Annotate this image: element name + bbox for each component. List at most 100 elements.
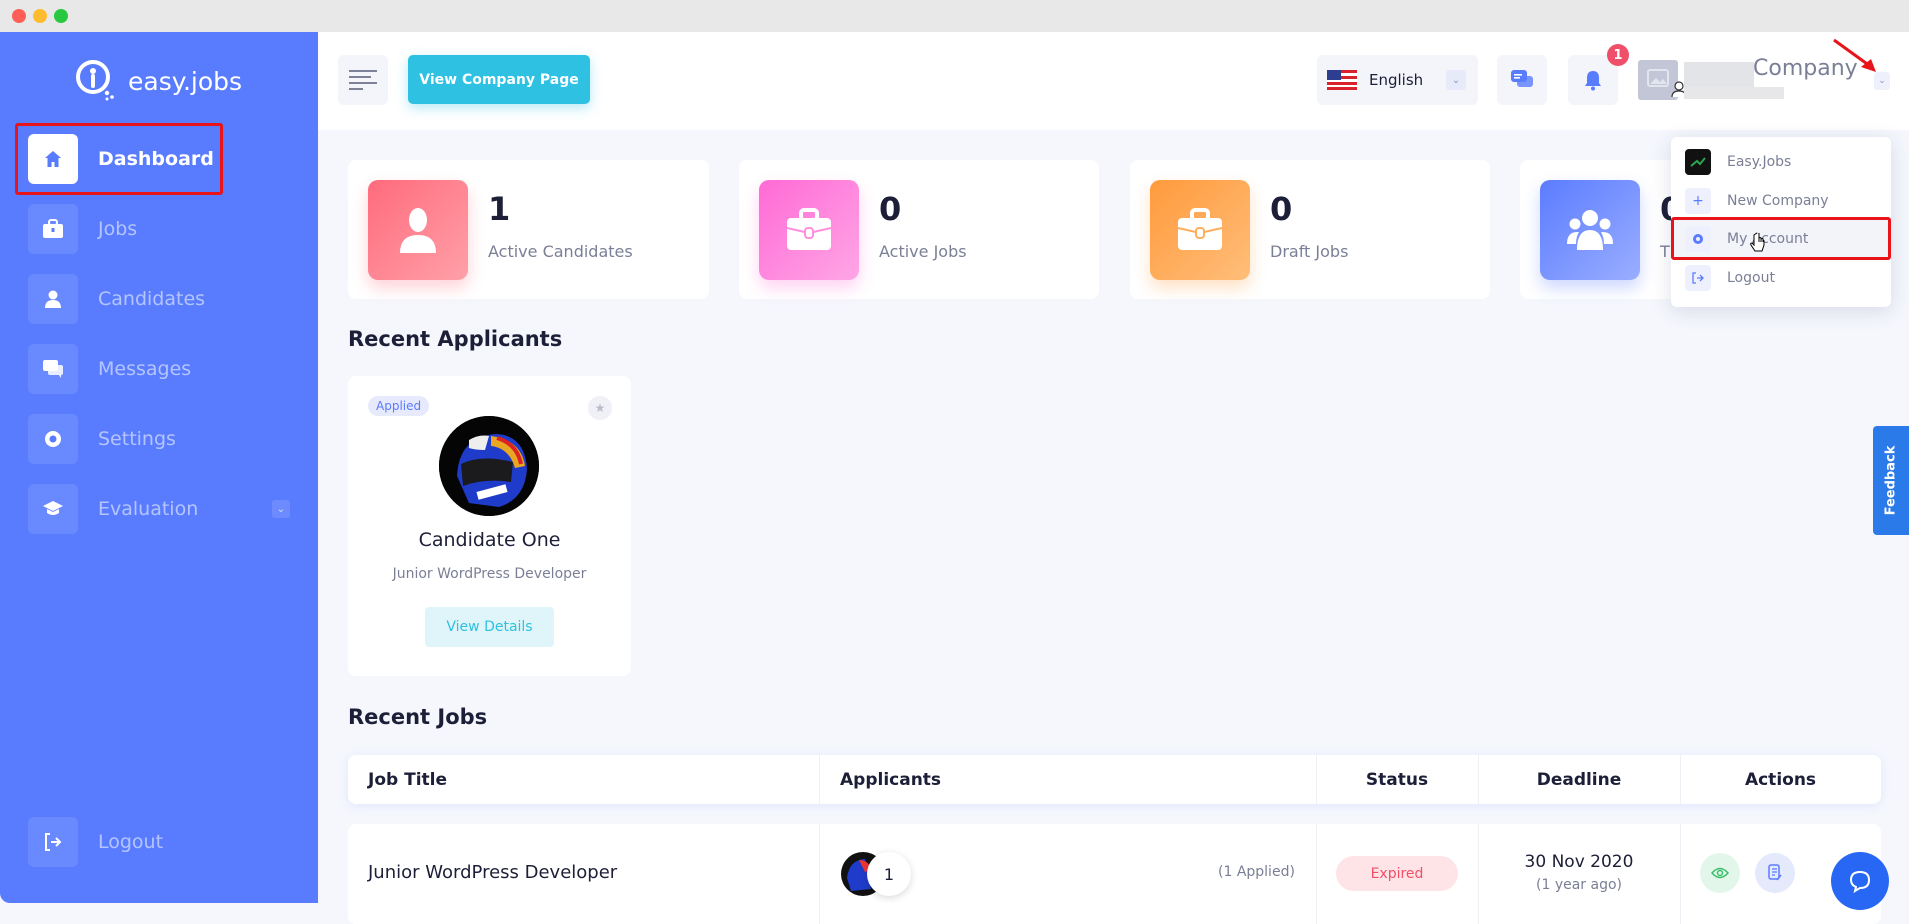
stat-value: 1 bbox=[488, 190, 511, 228]
company-logo-icon bbox=[1685, 149, 1711, 175]
brand-name: easy.jobs bbox=[128, 66, 243, 96]
sidebar-item-evaluation[interactable]: Evaluation bbox=[28, 484, 288, 534]
sidebar: easy.jobs Dashboard Jobs Candidates Mess… bbox=[0, 32, 318, 903]
window-close-button[interactable] bbox=[12, 9, 26, 23]
stat-label: Active Jobs bbox=[879, 242, 967, 261]
chat-bubble-icon bbox=[1849, 870, 1871, 893]
column-divider bbox=[819, 824, 820, 924]
candidates-icon bbox=[368, 180, 468, 280]
graduation-cap-icon bbox=[28, 484, 78, 534]
hamburger-menu-icon bbox=[349, 70, 377, 90]
sidebar-item-settings[interactable]: Settings bbox=[28, 414, 288, 464]
recent-jobs-heading: Recent Jobs bbox=[348, 705, 488, 729]
team-icon bbox=[1540, 180, 1640, 280]
applicant-count[interactable]: 1 bbox=[867, 852, 911, 896]
dropdown-item-label: New Company bbox=[1727, 193, 1829, 209]
pointer-hand-cursor-icon bbox=[1750, 233, 1765, 252]
applicant-position: Junior WordPress Developer bbox=[392, 566, 587, 582]
status-badge: Expired bbox=[1336, 856, 1458, 891]
window-minimize-button[interactable] bbox=[33, 9, 47, 23]
dropdown-item-my-account[interactable]: My Account bbox=[1685, 226, 1808, 252]
dropdown-item-easyjobs[interactable]: Easy.Jobs bbox=[1685, 149, 1791, 175]
home-icon bbox=[28, 134, 78, 184]
briefcase-icon bbox=[759, 180, 859, 280]
red-arrow-annotation-icon bbox=[1833, 38, 1876, 72]
dropdown-item-new-company[interactable]: + New Company bbox=[1685, 188, 1829, 214]
user-icon bbox=[28, 274, 78, 324]
dropdown-item-logout[interactable]: Logout bbox=[1685, 265, 1775, 291]
sidebar-logout[interactable]: Logout bbox=[28, 817, 288, 867]
logout-icon bbox=[28, 817, 78, 867]
briefcase-icon bbox=[1150, 180, 1250, 280]
language-selector[interactable]: English ⌄ bbox=[1317, 55, 1478, 105]
brand-logo[interactable]: easy.jobs bbox=[74, 58, 242, 104]
star-icon[interactable]: ★ bbox=[588, 396, 612, 420]
language-chevron-icon: ⌄ bbox=[1446, 70, 1466, 90]
applicant-card[interactable]: Applied ★ Candidate One Junior WordPress… bbox=[348, 376, 631, 676]
stat-card-active-jobs[interactable]: 0 Active Jobs bbox=[739, 160, 1099, 299]
stat-card-active-candidates[interactable]: 1 Active Candidates bbox=[348, 160, 709, 299]
messages-button[interactable] bbox=[1497, 55, 1547, 105]
column-header-actions: Actions bbox=[1744, 769, 1817, 790]
window-titlebar bbox=[0, 0, 1909, 32]
column-divider bbox=[1478, 824, 1479, 924]
column-divider bbox=[819, 755, 820, 804]
column-header-job-title[interactable]: Job Title bbox=[368, 755, 447, 804]
logout-label: Logout bbox=[98, 831, 164, 853]
gear-icon bbox=[28, 414, 78, 464]
logout-icon bbox=[1685, 265, 1711, 291]
dropdown-item-label: Logout bbox=[1727, 270, 1775, 286]
briefcase-icon bbox=[28, 204, 78, 254]
stat-card-draft-jobs[interactable]: 0 Draft Jobs bbox=[1130, 160, 1490, 299]
stat-value: 0 bbox=[1270, 190, 1293, 228]
sidebar-item-dashboard[interactable]: Dashboard bbox=[28, 134, 288, 184]
sidebar-item-label: Settings bbox=[98, 428, 176, 450]
view-job-button[interactable] bbox=[1700, 853, 1740, 893]
sidebar-item-candidates[interactable]: Candidates bbox=[28, 274, 288, 324]
column-header-deadline[interactable]: Deadline bbox=[1478, 755, 1680, 804]
sidebar-item-label: Jobs bbox=[98, 218, 138, 240]
column-header-status[interactable]: Status bbox=[1316, 755, 1478, 804]
table-row: Junior WordPress Developer 1 (1 Applied)… bbox=[348, 824, 1881, 924]
jobs-table-header: Job Title Applicants Status Deadline Act… bbox=[348, 755, 1881, 804]
column-divider bbox=[1680, 824, 1681, 924]
evaluation-expand-chevron-icon[interactable]: ⌄ bbox=[272, 500, 290, 518]
stat-value: 0 bbox=[879, 190, 902, 228]
deadline-date: 30 Nov 2020 bbox=[1524, 852, 1634, 872]
applied-count-text: (1 Applied) bbox=[1218, 864, 1295, 880]
stat-label: Active Candidates bbox=[488, 242, 633, 261]
edit-job-button[interactable] bbox=[1755, 853, 1795, 893]
edit-document-icon bbox=[1768, 864, 1782, 881]
window-maximize-button[interactable] bbox=[54, 9, 68, 23]
applicant-avatar bbox=[439, 416, 539, 516]
plus-icon: + bbox=[1685, 188, 1711, 214]
sidebar-item-messages[interactable]: Messages bbox=[28, 344, 288, 394]
chat-support-button[interactable] bbox=[1831, 852, 1889, 910]
gear-icon bbox=[1685, 226, 1711, 252]
feedback-label: Feedback bbox=[1883, 445, 1899, 516]
applicant-name[interactable]: Candidate One bbox=[348, 529, 631, 551]
us-flag-icon bbox=[1327, 70, 1357, 90]
sidebar-item-label: Dashboard bbox=[98, 148, 214, 170]
user-dropdown-menu: Easy.Jobs + New Company My Account Logou… bbox=[1671, 137, 1891, 307]
column-divider bbox=[1316, 824, 1317, 924]
redacted-subtitle bbox=[1684, 87, 1784, 99]
job-title[interactable]: Junior WordPress Developer bbox=[368, 862, 617, 883]
menu-toggle-button[interactable] bbox=[338, 55, 388, 105]
feedback-tab[interactable]: Feedback bbox=[1873, 426, 1909, 535]
view-company-page-button[interactable]: View Company Page bbox=[408, 55, 590, 104]
dropdown-item-label: Easy.Jobs bbox=[1727, 154, 1792, 170]
stat-label: T bbox=[1660, 242, 1670, 261]
sidebar-item-label: Candidates bbox=[98, 288, 206, 310]
view-details-button[interactable]: View Details bbox=[425, 607, 554, 647]
recent-applicants-heading: Recent Applicants bbox=[348, 327, 563, 351]
sidebar-item-label: Evaluation bbox=[98, 498, 199, 520]
sidebar-item-jobs[interactable]: Jobs bbox=[28, 204, 288, 254]
column-header-applicants[interactable]: Applicants bbox=[840, 755, 941, 804]
dropdown-item-label: My Account bbox=[1727, 231, 1809, 247]
stat-label: Draft Jobs bbox=[1270, 242, 1349, 261]
chat-icon bbox=[1511, 70, 1533, 87]
bell-icon bbox=[1585, 71, 1601, 91]
eye-icon bbox=[1711, 867, 1729, 879]
easyjobs-logo-icon bbox=[76, 60, 114, 101]
